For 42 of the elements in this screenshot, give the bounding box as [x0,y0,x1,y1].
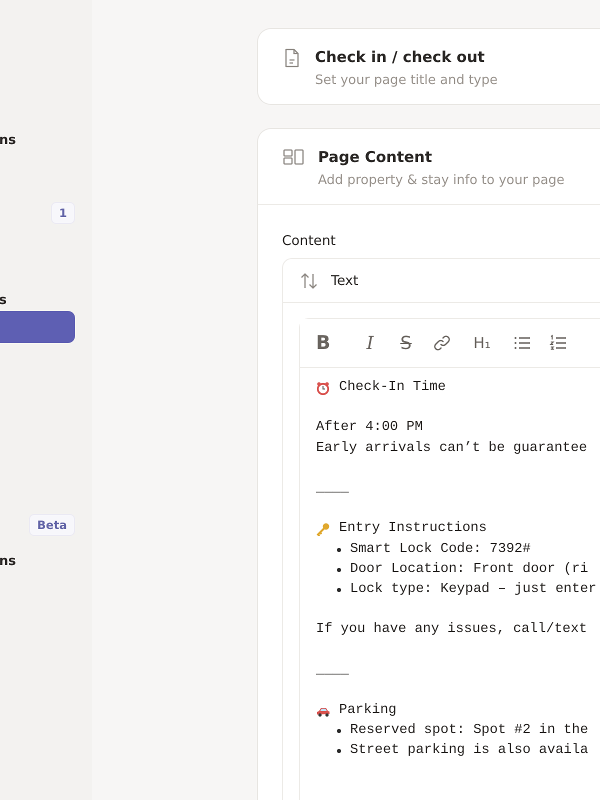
bullet-icon [337,588,341,592]
list-item: Door Location: Front door (ri [350,560,588,579]
section-title: Check in / check out [315,47,486,67]
bullet-icon [337,568,341,572]
italic-button[interactable]: I [352,329,388,357]
numbered-list-icon[interactable] [549,334,567,352]
list-item: Reserved spot: Spot #2 in the [350,722,588,740]
section-title: Page Content [318,147,434,167]
text-editor[interactable] [299,318,600,800]
bullet-icon [337,548,341,552]
nav-item[interactable]: s [0,292,7,308]
section-subtitle: Add property & stay info to your page [318,173,565,188]
text-line: If you have any issues, call/text [316,621,588,640]
bullet-icon [337,729,341,734]
text-line: After 4:00 PM [316,419,423,438]
key-icon [316,522,330,536]
bold-button[interactable]: B [316,329,352,357]
strikethrough-button[interactable]: S [388,329,424,357]
layout-icon [283,148,304,166]
bullet-list-icon[interactable] [513,334,531,352]
list-item: Street parking is also availa [350,742,588,760]
heading-button[interactable]: H₁ [460,329,504,357]
heading-line: Entry Instructions [339,520,487,538]
block-type-label: Text [331,273,358,289]
heading-line: Check-In Time [339,379,446,397]
text-line: ____ [316,480,349,498]
count-badge: Beta [29,514,75,536]
nav-item[interactable]: ns [0,132,16,148]
section-subtitle: Set your page title and type [315,73,498,88]
link-icon[interactable] [433,334,451,352]
nav-item[interactable]: ns [0,554,16,568]
list-item: Lock type: Keypad – just enter [350,580,596,599]
list-item: Smart Lock Code: 7392# [350,540,531,558]
text-line: ____ [316,662,349,680]
heading-line: Parking [339,702,396,720]
text-line: Early arrivals can’t be guarantee [316,440,588,458]
alarm-clock-icon [316,381,330,396]
bullet-icon [337,749,341,754]
field-label: Content [282,233,337,249]
count-badge: 1 [50,202,75,224]
document-icon [283,48,301,68]
sort-arrows-icon [300,272,318,290]
